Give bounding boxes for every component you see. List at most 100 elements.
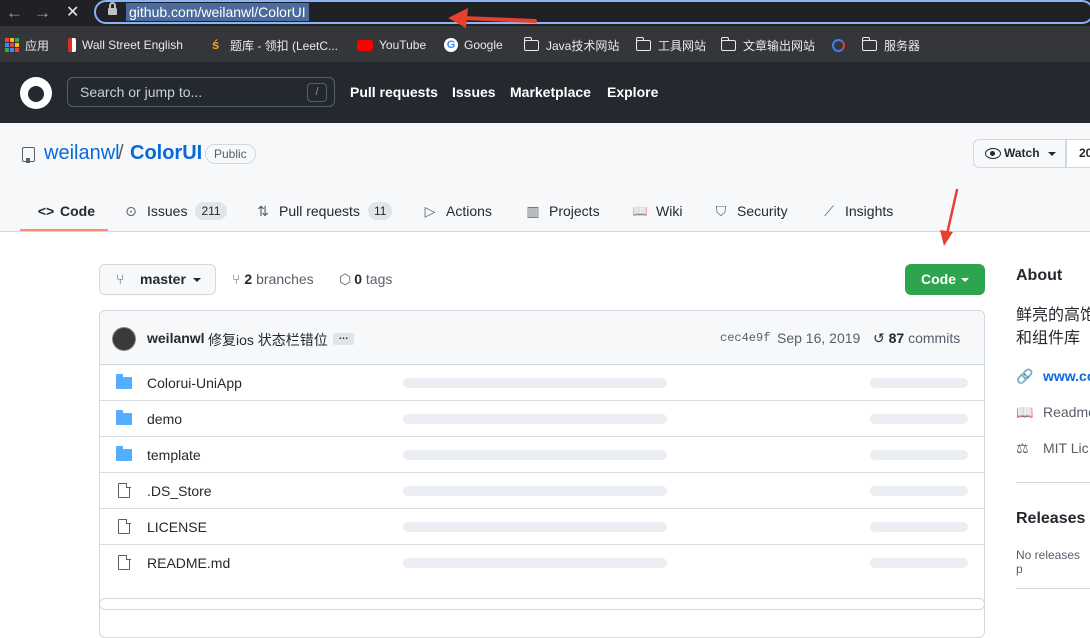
commit-sha[interactable]: cec4e9f [720, 331, 770, 345]
avatar[interactable] [112, 327, 136, 351]
folder-icon [635, 36, 651, 51]
watch-count[interactable]: 20 [1066, 139, 1090, 168]
issues-counter: 211 [195, 202, 227, 220]
github-header: Search or jump to... / Pull requests Iss… [0, 62, 1090, 123]
loading-placeholder [870, 414, 968, 424]
bookmark-folder-articles[interactable]: 文章输出网站 [720, 36, 815, 53]
law-icon: ⚖ [1016, 440, 1029, 456]
tab-insights[interactable]: ⟋ Insights [821, 200, 893, 222]
loading-placeholder [403, 450, 667, 460]
bookmark-label: 工具网站 [658, 38, 707, 53]
visibility-badge: Public [205, 144, 256, 164]
tags-label: tags [365, 271, 393, 287]
tab-label: Security [737, 203, 788, 219]
loading-placeholder [403, 414, 667, 424]
file-icon [118, 518, 131, 534]
tab-issues[interactable]: ⊙ Issues 211 [123, 200, 227, 222]
tab-code[interactable]: <> Code [36, 200, 95, 222]
expand-commit-button[interactable]: … [333, 332, 354, 345]
commit-message[interactable]: 修复ios 状态栏错位 [208, 330, 328, 350]
commit-author[interactable]: weilanwl [147, 330, 205, 346]
table-row[interactable]: template [100, 437, 984, 473]
forward-button[interactable]: → [34, 3, 51, 23]
file-name-link[interactable]: template [147, 447, 201, 463]
tab-security[interactable]: ⛉ Security [713, 200, 788, 222]
apps-grid-icon [5, 38, 19, 52]
watch-button[interactable]: Watch [973, 139, 1066, 168]
url-text[interactable]: github.com/weilanwl/ColorUI [126, 3, 309, 21]
repo-owner-link[interactable]: weilanwl [44, 142, 120, 165]
file-name-link[interactable]: Colorui-UniApp [147, 375, 242, 391]
bookmark-folder-java[interactable]: Java技术网站 [523, 36, 619, 53]
bookmark-youtube[interactable]: YouTube [357, 37, 426, 53]
loading-placeholder [403, 558, 667, 568]
tags-link[interactable]: ⬡ 0 tags [339, 271, 392, 288]
branch-select-button[interactable]: ⑂ master [99, 264, 216, 295]
file-name-link[interactable]: README.md [147, 555, 230, 571]
bookmark-google[interactable]: G Google [444, 37, 503, 53]
nav-explore[interactable]: Explore [607, 84, 658, 100]
google-icon: G [444, 38, 458, 52]
nav-marketplace[interactable]: Marketplace [510, 84, 591, 100]
tab-label: Projects [549, 203, 600, 219]
table-row[interactable]: Colorui-UniApp [100, 365, 984, 401]
search-placeholder: Search or jump to... [80, 84, 203, 100]
folder-icon [116, 410, 132, 425]
bookmark-folder-servers[interactable]: 服务器 [861, 36, 920, 53]
folder-icon [720, 36, 736, 51]
releases-heading[interactable]: Releases [1016, 510, 1085, 528]
file-name-link[interactable]: .DS_Store [147, 483, 212, 499]
code-button[interactable]: Code [905, 264, 985, 295]
search-input[interactable]: Search or jump to... / [67, 77, 335, 107]
branches-label: branches [256, 271, 314, 287]
readme-link[interactable]: 📖 Readme [1016, 404, 1090, 421]
bookmark-label: YouTube [379, 38, 427, 52]
table-row[interactable]: .DS_Store [100, 473, 984, 509]
bookmark-label: Google [464, 38, 503, 52]
repo-name-link[interactable]: ColorUI [130, 142, 202, 165]
github-logo-icon[interactable] [20, 77, 52, 109]
tab-projects[interactable]: ▥ Projects [525, 200, 600, 222]
tab-wiki[interactable]: 📖 Wiki [632, 200, 683, 222]
branches-link[interactable]: ⑂ 2 branches [232, 271, 314, 287]
bookmark-label: Wall Street English [82, 38, 183, 52]
youtube-icon [357, 39, 373, 51]
commits-label: commits [908, 330, 961, 346]
chevron-down-icon [961, 278, 969, 282]
back-button[interactable]: ← [6, 3, 23, 23]
loading-placeholder [870, 486, 968, 496]
bookmark-swirl[interactable] [832, 37, 851, 53]
latest-commit-row: weilanwl 修复ios 状态栏错位 … cec4e9f Sep 16, 2… [100, 311, 984, 365]
watch-label: Watch [1004, 146, 1040, 160]
nav-issues[interactable]: Issues [452, 84, 496, 100]
website-link[interactable]: 🔗 www.co [1016, 368, 1090, 385]
license-link[interactable]: ⚖ MIT Lic [1016, 440, 1089, 457]
lock-icon[interactable] [108, 2, 117, 16]
table-row[interactable]: README.md [100, 545, 984, 581]
tab-pull-requests[interactable]: ⇅ Pull requests 11 [255, 200, 393, 222]
file-icon [118, 554, 131, 570]
bookmark-label: 题库 - 领扣 (LeetC... [230, 38, 339, 53]
file-name-link[interactable]: demo [147, 411, 182, 427]
issue-opened-icon: ⊙ [125, 202, 137, 219]
table-row[interactable]: LICENSE [100, 509, 984, 545]
swirl-logo-icon [832, 38, 845, 52]
bookmark-wall-street-english[interactable]: Wall Street English [68, 37, 183, 53]
table-row[interactable]: demo [100, 401, 984, 437]
commits-link[interactable]: ↺ 87 commits [873, 330, 960, 347]
folder-icon [116, 374, 132, 389]
loading-placeholder [870, 378, 968, 388]
search-shortcut-key: / [307, 83, 327, 102]
file-name-link[interactable]: LICENSE [147, 519, 207, 535]
bookmark-folder-tools[interactable]: 工具网站 [635, 36, 707, 53]
stop-loading-button[interactable]: ✕ [66, 3, 79, 23]
nav-pull-requests[interactable]: Pull requests [350, 84, 438, 100]
graph-icon: ⟋ [824, 202, 834, 219]
bookmark-apps[interactable]: 应用 [5, 37, 49, 53]
branch-name: master [140, 271, 186, 287]
tab-label: Wiki [656, 203, 683, 219]
tab-actions[interactable]: ▷ Actions [422, 200, 492, 222]
sidebar-divider [1016, 588, 1090, 589]
active-tab-underline [20, 229, 108, 231]
bookmark-leetcode[interactable]: ś 题库 - 领扣 (LeetC... [212, 37, 338, 53]
